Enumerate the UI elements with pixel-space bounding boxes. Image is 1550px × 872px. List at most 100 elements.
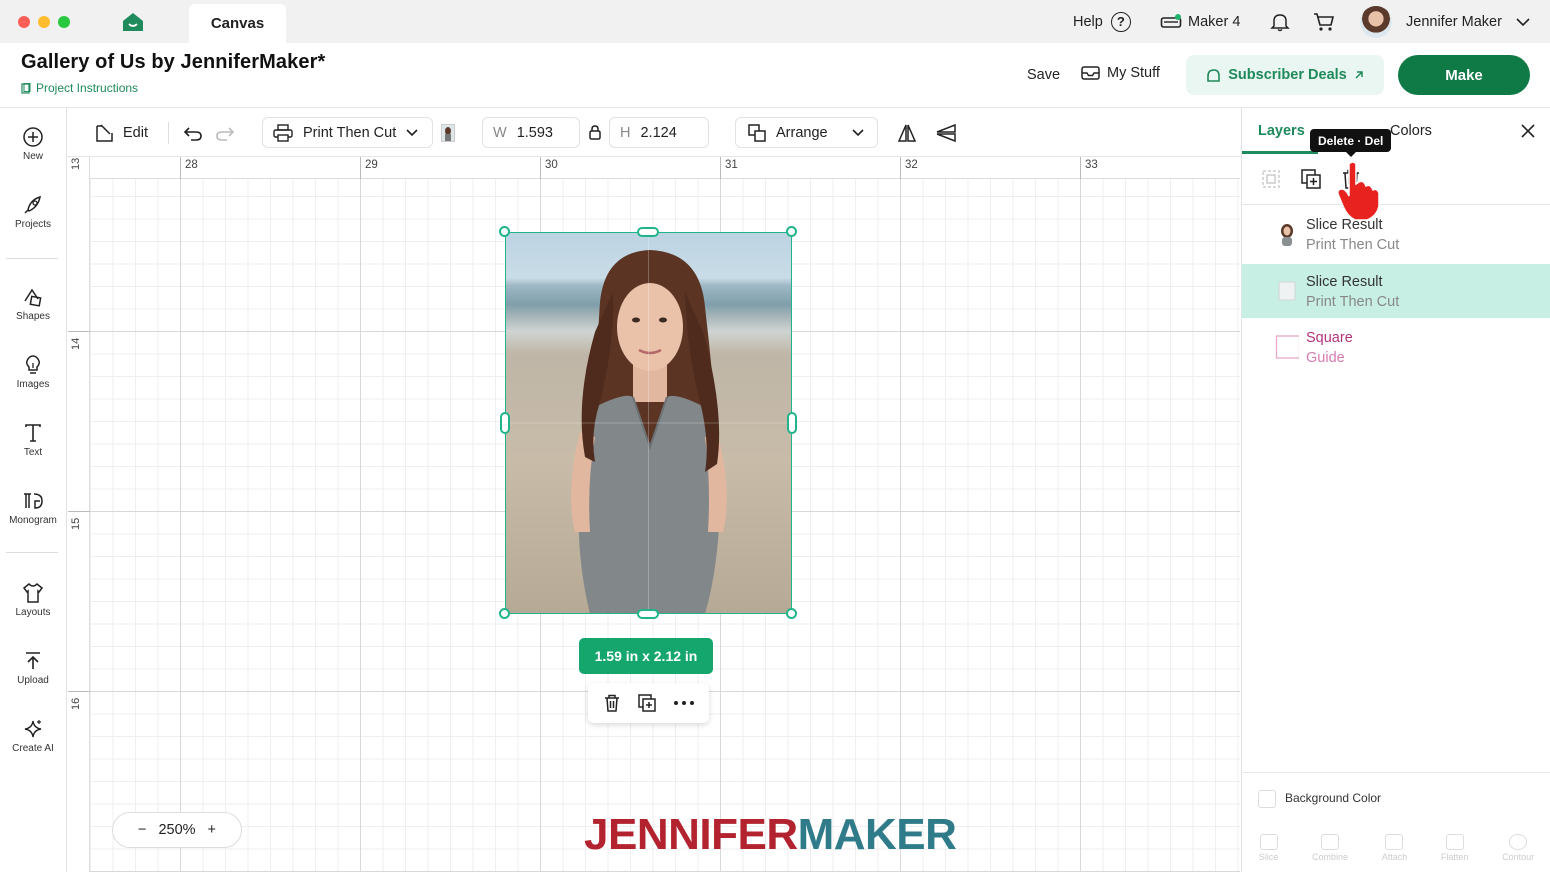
resize-handle-top[interactable] [637,227,659,237]
width-value[interactable]: 1.593 [517,125,553,141]
home-icon[interactable] [122,12,144,32]
duplicate-icon[interactable] [1300,168,1322,190]
layer-text: Square Guide [1306,328,1353,368]
layer-type: Print Then Cut [1306,294,1400,310]
help-button[interactable]: Help ? [1073,0,1131,43]
background-color-swatch[interactable] [1258,790,1276,808]
width-field[interactable]: W 1.593 [482,117,580,148]
close-window-button[interactable] [18,16,30,28]
layer-type: Guide [1306,350,1345,366]
height-value[interactable]: 2.124 [640,125,676,141]
resize-handle-bottom[interactable] [637,609,659,619]
ruler-label: 31 [725,159,738,171]
print-preview-swatch[interactable] [441,108,455,157]
flatten-button[interactable]: Flatten [1440,834,1469,862]
sidebar-item-upload[interactable]: Upload [0,650,66,686]
sidebar-item-label: Images [16,379,50,390]
user-menu[interactable]: Jennifer Maker [1360,0,1530,43]
layer-row[interactable]: Slice Result Print Then Cut [1242,207,1550,261]
flip-horizontal-button[interactable] [897,108,917,157]
background-color-label: Background Color [1285,791,1382,805]
save-button[interactable]: Save [1027,67,1060,83]
external-link-icon [1355,71,1363,79]
slice-icon [1259,834,1278,850]
tab-layers[interactable]: Layers [1258,108,1305,154]
project-instructions-link[interactable]: Project Instructions [21,81,138,95]
watermark-logo: JENNIFERMAKER [584,810,957,860]
contour-button[interactable]: Contour [1502,834,1534,862]
sidebar-divider [6,552,58,553]
avatar [1360,5,1392,38]
selection-bounding-box[interactable] [505,232,792,614]
resize-handle-bottom-left[interactable] [499,608,510,619]
rocket-icon [24,195,41,214]
notifications-button[interactable] [1270,0,1290,43]
shirt-icon [22,582,44,603]
trash-icon[interactable] [602,693,622,713]
minimize-window-button[interactable] [38,16,50,28]
flip-vertical-button[interactable] [935,108,957,157]
sidebar-item-projects[interactable]: Projects [0,194,66,230]
sidebar-item-label: Layouts [15,607,51,618]
sidebar-item-layouts[interactable]: Layouts [0,582,66,618]
project-instructions-label: Project Instructions [36,81,139,95]
redo-button[interactable] [215,108,235,157]
sidebar-item-create-ai[interactable]: Create AI [0,718,66,754]
operation-select[interactable]: Print Then Cut [262,117,433,148]
document-icon [21,82,31,94]
my-stuff-button[interactable]: My Stuff [1081,65,1160,81]
duplicate-icon[interactable] [637,693,657,713]
machine-icon [1160,13,1182,28]
layer-thumbnail [1281,224,1293,246]
edit-button[interactable]: Edit [95,108,148,157]
lightbulb-icon [26,355,40,374]
undo-icon [183,126,202,141]
group-icon[interactable] [1260,168,1282,190]
tab-canvas[interactable]: Canvas [189,4,286,43]
make-button[interactable]: Make [1398,55,1530,95]
resize-handle-bottom-right[interactable] [786,608,797,619]
cart-button[interactable] [1313,0,1335,43]
resize-handle-top-left[interactable] [499,226,510,237]
zoom-in-button[interactable]: + [208,822,216,838]
maximize-window-button[interactable] [58,16,70,28]
flatten-label: Flatten [1440,852,1469,862]
attach-label: Attach [1381,852,1408,862]
resize-handle-right[interactable] [787,412,797,434]
close-icon[interactable] [1520,123,1536,139]
zoom-out-button[interactable]: − [138,822,146,838]
sidebar-item-text[interactable]: Text [0,422,66,458]
help-label: Help [1073,13,1103,30]
attach-button[interactable]: Attach [1381,834,1408,862]
ruler-tick [360,157,361,179]
sidebar-item-images[interactable]: Images [0,354,66,390]
ruler-tick [540,157,541,179]
zoom-level: 250% [158,822,196,838]
width-label: W [493,124,507,141]
lock-aspect-button[interactable] [589,108,601,157]
my-stuff-label: My Stuff [1107,65,1160,81]
combine-button[interactable]: Combine [1312,834,1348,862]
resize-handle-left[interactable] [500,412,510,434]
sidebar-item-shapes[interactable]: Shapes [0,286,66,322]
more-options-icon[interactable] [673,700,695,706]
tab-colors[interactable]: Colors [1390,108,1432,154]
slice-button[interactable]: Slice [1259,834,1278,862]
monogram-icon [24,493,43,509]
arrange-select[interactable]: Arrange [735,117,878,148]
layer-row[interactable]: Square Guide [1242,320,1550,374]
layer-thumbnail [1275,335,1299,359]
chevron-down-icon [1516,17,1530,26]
sidebar-item-monogram[interactable]: Monogram [0,490,66,526]
printer-icon [273,123,293,142]
title-bar: Canvas Help ? Maker 4 Jennifer Maker [0,0,1550,43]
height-field[interactable]: H 2.124 [609,117,709,148]
subscriber-deals-button[interactable]: Subscriber Deals [1186,55,1384,95]
rotate-handle-top-right[interactable] [786,226,797,237]
undo-button[interactable] [183,108,203,157]
layer-row-selected[interactable]: Slice Result Print Then Cut [1242,264,1550,318]
sidebar-item-new[interactable]: New [0,126,66,162]
sidebar-item-label: New [22,151,43,162]
sidebar-item-label: Projects [14,219,52,230]
machine-button[interactable]: Maker 4 [1160,0,1240,43]
